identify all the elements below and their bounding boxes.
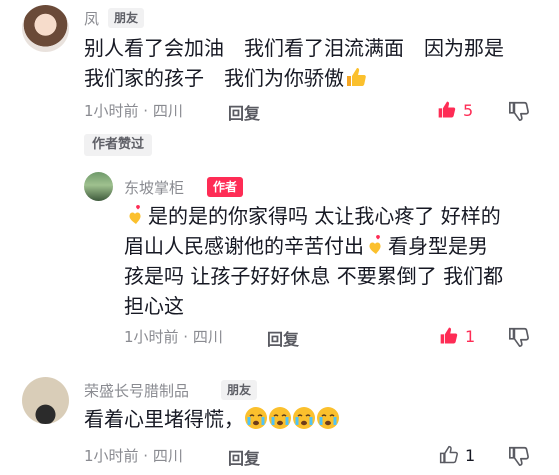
dislike-icon bbox=[509, 101, 529, 121]
comment-line-text: 眉山人民感谢他的辛苦付出 bbox=[124, 234, 364, 258]
dislike-button[interactable] bbox=[508, 100, 530, 126]
comment-line: 眉山人民感谢他的辛苦付出 看身型是男 bbox=[124, 231, 503, 261]
heart-hand-icon bbox=[369, 235, 381, 254]
comment-line-text: 看着心里堵得慌， bbox=[84, 407, 244, 431]
thumbs-up-icon bbox=[347, 68, 366, 86]
heart-hand-icon bbox=[129, 205, 141, 224]
comment-line: 孩是吗 让孩子好好休息 不要累倒了 我们都 bbox=[124, 264, 504, 288]
comment-line: 别人看了会加油 我们看了泪流满面 因为那是 bbox=[84, 36, 504, 60]
comment-text: 看着心里堵得慌， bbox=[84, 404, 340, 434]
reply-button[interactable]: 回复 bbox=[267, 326, 299, 350]
avatar-user-3[interactable] bbox=[22, 377, 69, 424]
comment-line-text: 我们家的孩子 我们为你骄傲 bbox=[84, 66, 344, 90]
friend-badge: 朋友 bbox=[221, 380, 258, 400]
like-count: 1 bbox=[465, 445, 476, 465]
dislike-button[interactable] bbox=[508, 445, 530, 471]
like-icon bbox=[439, 445, 458, 464]
crying-face-icon bbox=[317, 407, 339, 429]
crying-face-icon bbox=[269, 407, 291, 429]
comment-line: 看着心里堵得慌， bbox=[84, 404, 340, 434]
reply-button[interactable]: 回复 bbox=[228, 445, 260, 469]
comment-username[interactable]: 东坡掌柜 bbox=[124, 177, 184, 198]
dislike-icon bbox=[509, 327, 529, 347]
crying-face-icon bbox=[293, 407, 315, 429]
author-liked-badge: 作者赞过 bbox=[84, 134, 153, 156]
comment-line: 是的是的你家得吗 太让我心疼了 好样的 bbox=[124, 201, 503, 231]
avatar-author[interactable] bbox=[84, 172, 113, 201]
like-icon bbox=[438, 101, 456, 118]
like-icon bbox=[440, 327, 458, 344]
crying-face-icon bbox=[245, 407, 267, 429]
friend-badge: 朋友 bbox=[108, 8, 145, 28]
comment-text: 别人看了会加油 我们看了泪流满面 因为那是 我们家的孩子 我们为你骄傲 bbox=[84, 33, 504, 93]
comment-time-location: 1小时前 · 四川 bbox=[84, 102, 183, 120]
comment-line-text: 是的是的你家得吗 太让我心疼了 好样的 bbox=[148, 204, 501, 228]
author-badge: 作者 bbox=[207, 177, 244, 197]
comment-line: 担心这 bbox=[124, 294, 184, 318]
comment-username[interactable]: 荣盛长号腊制品 bbox=[84, 380, 189, 401]
avatar-user-1[interactable] bbox=[22, 5, 69, 52]
comment-line: 我们家的孩子 我们为你骄傲 bbox=[84, 63, 504, 93]
like-button[interactable]: 5 bbox=[437, 100, 473, 120]
comment-text: 是的是的你家得吗 太让我心疼了 好样的 眉山人民感谢他的辛苦付出 看身型是男 孩是… bbox=[124, 201, 503, 321]
dislike-button[interactable] bbox=[508, 326, 530, 352]
like-button[interactable]: 1 bbox=[439, 326, 475, 346]
comment-time-location: 1小时前 · 四川 bbox=[84, 447, 183, 465]
comment-username[interactable]: 凤 bbox=[84, 8, 99, 29]
like-count: 1 bbox=[465, 326, 476, 346]
like-button[interactable]: 1 bbox=[439, 445, 475, 465]
like-count: 5 bbox=[463, 100, 474, 120]
reply-button[interactable]: 回复 bbox=[228, 100, 260, 124]
comment-line-text: 看身型是男 bbox=[388, 234, 488, 258]
dislike-icon bbox=[509, 446, 529, 466]
comment-time-location: 1小时前 · 四川 bbox=[124, 328, 223, 346]
